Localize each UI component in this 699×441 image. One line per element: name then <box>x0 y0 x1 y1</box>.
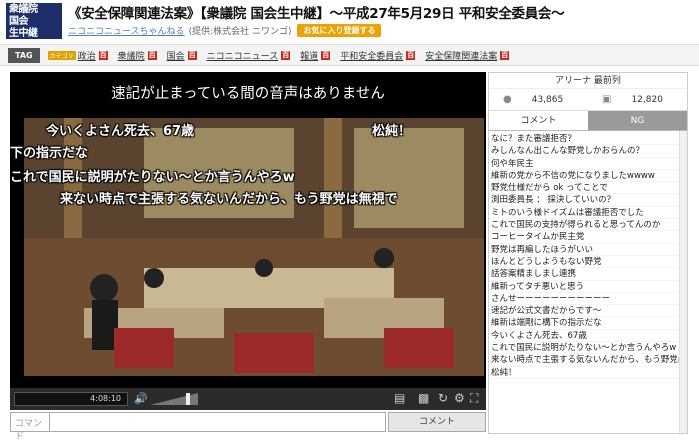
tag-text[interactable]: 衆議院 <box>118 49 145 62</box>
comment-row[interactable]: ほんとどうしようもない野党 <box>489 256 687 269</box>
comment-row[interactable]: これで国民の支持が得られると思ってんのか <box>489 219 687 232</box>
overlay-comment: 今いくよさん死去、67歳 <box>46 124 195 139</box>
comment-input[interactable] <box>50 412 386 432</box>
viewer-count: 43,865 <box>531 94 564 105</box>
dictionary-icon[interactable]: 百 <box>98 50 108 60</box>
tag-text[interactable]: 国会 <box>167 49 185 62</box>
tag-text[interactable]: 安全保障関連法案 <box>425 49 497 62</box>
fullscreen-icon[interactable]: ⛶ <box>470 391 478 406</box>
reload-icon[interactable]: ↻ <box>438 391 448 405</box>
comment-row[interactable]: 維新は端剛に構下の指示だな <box>489 317 687 330</box>
tag-item[interactable]: 国会 百 <box>167 49 197 62</box>
comment-row[interactable]: 野党は再編したほうがいい <box>489 244 687 256</box>
tag-item[interactable]: 衆議院 百 <box>118 49 157 62</box>
volume-slider[interactable] <box>150 393 198 405</box>
seat-label: アリーナ 最前列 <box>489 73 687 89</box>
tab-ng[interactable]: NG <box>588 111 687 130</box>
video-player[interactable]: 速記が止まっている間の音声はありません 今いくよさん死去、67歳 松純！ 下の指… <box>10 72 486 388</box>
viewer-stat: ● 43,865 <box>489 94 588 105</box>
settings-icon[interactable]: ⚙ <box>454 391 465 405</box>
channel-owner: (提供:株式会社 ニワンゴ) <box>188 26 292 37</box>
comment-row[interactable]: さんせーーーーーーーーーーー <box>489 293 687 306</box>
tag-item[interactable]: 安全保障関連法案 百 <box>425 49 510 62</box>
tag-text[interactable]: ニコニコニュース <box>207 49 279 62</box>
tag-text[interactable]: 政治 <box>78 49 96 62</box>
comment-row[interactable]: なに？また審議拒否？ <box>489 133 687 146</box>
comment-row[interactable]: 話答案精ましまし連携 <box>489 268 687 281</box>
comment-row[interactable]: 速記が公式文書だからです～ <box>489 305 687 318</box>
page: 衆議院 国会 生中継 《安全保障関連法案》【衆議院 国会生中継】～平成27年5月… <box>0 0 699 441</box>
comment-row[interactable]: 今いくよさん死去、67歳 <box>489 330 687 343</box>
comment-row[interactable]: 渕田委員長 ： 採決していいの？ <box>489 194 687 207</box>
overlay-comment: 松純！ <box>372 124 412 139</box>
dictionary-icon[interactable]: 百 <box>321 50 331 60</box>
favorite-button[interactable]: お気に入り登録する <box>297 23 382 37</box>
broadcast-title: 《安全保障関連法案》【衆議院 国会生中継】～平成27年5月29日 平和安全委員会… <box>68 6 565 22</box>
comment-row[interactable]: 何や年民主 <box>489 158 687 170</box>
comment-toggle-icon[interactable]: ▤ <box>394 391 405 405</box>
dictionary-icon[interactable]: 百 <box>147 50 157 60</box>
seek-bar[interactable]: 4:08:10 <box>14 392 128 406</box>
comment-stat: ▣ 12,820 <box>588 94 687 105</box>
overlay-comment: これで国民に説明がたりない～とか言うんやろw <box>10 170 295 185</box>
logo-line-3: 生中継 <box>9 28 38 39</box>
overlay-comment: 下の指示だな <box>10 146 89 161</box>
screen-size-icon[interactable]: ▩ <box>418 391 429 405</box>
dictionary-icon[interactable]: 百 <box>500 50 510 60</box>
post-comment-button[interactable]: コメント <box>388 412 486 432</box>
video-frame <box>24 118 484 376</box>
comment-row[interactable]: 来ない時点で主張する気ないんだから、もう野党は無 <box>489 354 687 367</box>
channel-link[interactable]: ニコニコニュースちゃんねる <box>68 24 185 37</box>
comment-count: 12,820 <box>631 94 663 105</box>
comment-row[interactable]: コーヒータイムか民主党 <box>489 231 687 244</box>
comment-row[interactable]: ミトのいう様ドイズムは審議拒否でした <box>489 207 687 220</box>
current-time: 4:08:10 <box>90 394 121 403</box>
channel-logo[interactable]: 衆議院 国会 生中継 <box>6 3 62 39</box>
comment-row[interactable]: これで国民に説明がたりない～とか言うんやろw <box>489 342 687 355</box>
dictionary-icon[interactable]: 百 <box>187 50 197 60</box>
tag-bar: TAG カテゴリ 政治 百 衆議院 百 国会 百 ニコニコニュース 百 報道 百 <box>0 44 699 66</box>
player-controls: 4:08:10 🔊 ▤ ▩ ↻ ⚙ ⛶ <box>10 388 486 410</box>
panel-tabs: コメント NG <box>489 111 687 131</box>
tag-text[interactable]: 報道 <box>300 49 318 62</box>
tab-comment[interactable]: コメント <box>489 111 588 130</box>
tag-text[interactable]: 平和安全委員会 <box>340 49 403 62</box>
committee-room-image <box>24 118 484 376</box>
channel-info: ニコニコニュースちゃんねる (提供:株式会社 ニワンゴ) お気に入り登録する <box>68 23 382 37</box>
logo-line-1: 衆議院 <box>9 4 38 15</box>
tag-item[interactable]: 報道 百 <box>300 49 331 62</box>
tag-label: TAG <box>8 47 40 63</box>
comment-panel: アリーナ 最前列 ● 43,865 ▣ 12,820 コメント NG なに？また… <box>488 72 688 434</box>
stats-row: ● 43,865 ▣ 12,820 <box>489 89 687 111</box>
logo-line-2: 国会 <box>9 16 29 27</box>
dictionary-icon[interactable]: 百 <box>281 50 291 60</box>
category-badge: カテゴリ <box>47 50 76 60</box>
comment-icon: ▣ <box>602 94 612 105</box>
command-input[interactable]: コマンド <box>10 412 50 441</box>
comment-list: なに？また審議拒否？ みしんなん出こんな野党しかおらんの？ 何や年民主 維新の党から不… <box>489 131 687 411</box>
tag-item[interactable]: 平和安全委員会 百 <box>340 49 416 62</box>
comment-row[interactable]: 維新の党から不信の党になりましたwwww <box>489 170 687 183</box>
comment-scrollbar[interactable] <box>679 131 687 433</box>
overlay-comment: 来ない時点で主張する気ないんだから、もう野党は無視で <box>60 192 398 207</box>
player-notice: 速記が止まっている間の音声はありません <box>111 86 385 102</box>
tag-list: カテゴリ 政治 百 衆議院 百 国会 百 ニコニコニュース 百 報道 百 平和安… <box>47 49 520 62</box>
viewer-icon: ● <box>503 94 512 105</box>
tag-item[interactable]: ニコニコニュース 百 <box>207 49 291 62</box>
comment-row[interactable]: 維新ってタチ悪いと思う <box>489 281 687 293</box>
volume-icon[interactable]: 🔊 <box>134 392 148 405</box>
comment-row[interactable]: 野党仕様だから ok ってことで <box>489 182 687 195</box>
dictionary-icon[interactable]: 百 <box>406 50 416 60</box>
comment-row[interactable]: 松純！ <box>489 367 687 379</box>
page-header: 衆議院 国会 生中継 《安全保障関連法案》【衆議院 国会生中継】～平成27年5月… <box>0 0 699 42</box>
tag-item[interactable]: カテゴリ 政治 百 <box>47 49 108 62</box>
comment-row[interactable]: みしんなん出こんな野党しかおらんの？ <box>489 145 687 158</box>
